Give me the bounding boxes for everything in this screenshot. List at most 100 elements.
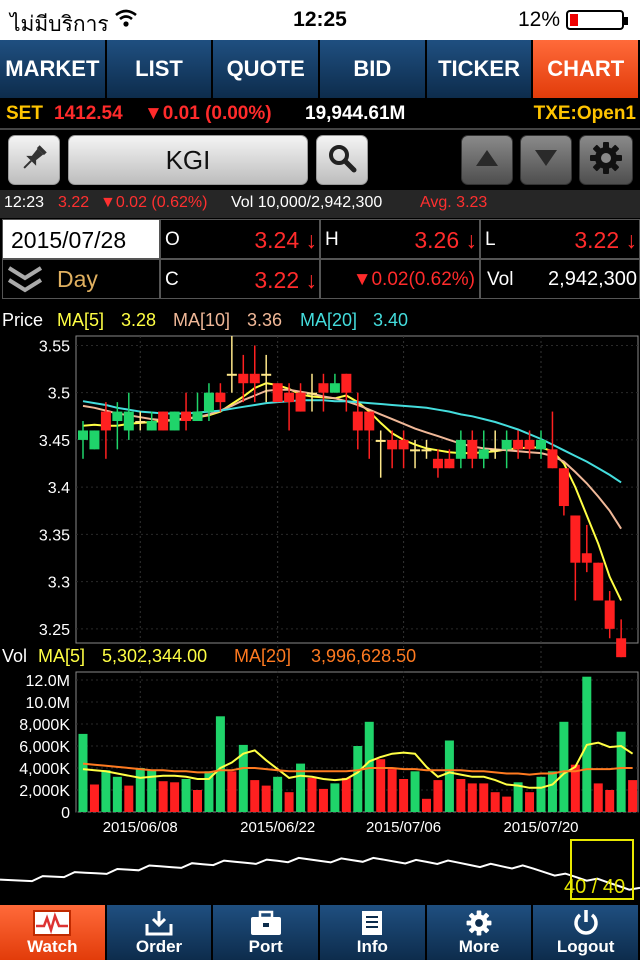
status-bar: ไม่มีบริการ 12:25 12%	[0, 0, 640, 40]
volume-bar	[112, 776, 122, 812]
volume-bar	[559, 721, 569, 812]
chart-area[interactable]: Price MA[5] 3.28 MA[10] 3.36 MA[20] 3.40…	[0, 300, 640, 905]
ma20-legend-label: MA[20]	[300, 310, 357, 330]
volume-bar	[490, 792, 500, 812]
gear-icon	[465, 909, 493, 937]
navigator-range: 40 / 40	[564, 876, 625, 898]
price-y-tick-label: 3.3	[48, 575, 70, 592]
candle-body	[123, 411, 134, 431]
nav-order[interactable]: Order	[106, 905, 214, 960]
search-icon	[327, 143, 357, 178]
ma10-legend-value: 3.36	[247, 310, 282, 330]
tab-list[interactable]: LIST	[106, 40, 214, 98]
average-price: Avg. 3.23	[420, 194, 488, 211]
candle-body	[444, 458, 455, 469]
candle-body	[604, 600, 615, 629]
price-y-tick-label: 3.4	[48, 480, 70, 497]
tab-chart[interactable]: CHART	[533, 40, 640, 98]
volume-bar	[250, 780, 260, 812]
low-label: L	[485, 229, 496, 250]
candle-body	[398, 439, 409, 450]
volume-bar	[467, 783, 477, 812]
tab-ticker[interactable]: TICKER	[426, 40, 534, 98]
candle-body	[215, 392, 226, 403]
candle-body	[341, 373, 352, 393]
volume-bar	[525, 792, 535, 812]
volume-bar	[399, 779, 409, 812]
nav-port[interactable]: Port	[213, 905, 321, 960]
volume-bar	[181, 779, 191, 812]
period-value: Day	[57, 266, 98, 292]
volume-label: Vol	[487, 269, 514, 290]
candle-body	[593, 562, 604, 601]
prev-symbol-button[interactable]	[461, 135, 513, 185]
period-selector[interactable]: Day	[2, 259, 160, 299]
volume-bar	[215, 716, 225, 812]
price-y-tick-label: 3.35	[39, 527, 70, 544]
symbol-field[interactable]: KGI	[68, 135, 308, 185]
download-tray-icon	[144, 909, 174, 937]
ma5-legend-value: 3.28	[121, 310, 156, 330]
x-tick-label: 2015/06/22	[240, 819, 315, 836]
volume-bar	[101, 770, 111, 812]
nav-watch[interactable]: Watch	[0, 905, 107, 960]
tab-quote[interactable]: QUOTE	[213, 40, 321, 98]
nav-info[interactable]: Info	[320, 905, 427, 960]
tab-market[interactable]: MARKET	[0, 40, 107, 98]
candle-body	[501, 439, 512, 450]
settings-button[interactable]	[579, 135, 633, 185]
bottom-nav-bar: Watch Order Port Info More Logout	[0, 905, 640, 960]
candle-body	[387, 439, 398, 450]
navigator-overview-line	[0, 856, 640, 891]
candle-body	[570, 515, 581, 563]
ohlc-panel: 2015/07/28 O 3.24 ↓ H 3.26 ↓ L 3.22 ↓ Da…	[0, 218, 640, 300]
volume-y-tick-label: 12.0M	[26, 673, 70, 690]
open-label: O	[165, 229, 180, 250]
tab-bid[interactable]: BID	[320, 40, 427, 98]
x-tick-label: 2015/07/20	[503, 819, 578, 836]
nav-logout[interactable]: Logout	[533, 905, 640, 960]
ma10-legend-label: MA[10]	[173, 310, 230, 330]
candle-body	[421, 449, 432, 452]
chart-canvas[interactable]: Price MA[5] 3.28 MA[10] 3.36 MA[20] 3.40…	[0, 300, 640, 905]
volume-bar	[158, 781, 168, 812]
volume-y-tick-label: 0	[61, 805, 70, 822]
next-symbol-button[interactable]	[520, 135, 572, 185]
nav-info-label: Info	[356, 937, 388, 956]
candle-body	[364, 411, 375, 431]
candle-body	[158, 411, 169, 431]
volume-bar	[124, 785, 134, 812]
candle-body	[307, 392, 317, 395]
volume-bar	[422, 798, 431, 812]
candle-body	[329, 383, 340, 393]
candle-body	[226, 373, 237, 376]
candle-body	[581, 553, 592, 563]
nav-more[interactable]: More	[426, 905, 534, 960]
candle-body	[181, 411, 192, 422]
pin-icon	[18, 142, 50, 179]
volume-y-tick-label: 6,000K	[19, 739, 70, 756]
index-name: SET	[6, 103, 43, 124]
index-bar: SET 1412.54 ▼0.01 (0.00%) 19,944.61M TXE…	[0, 98, 640, 130]
nav-logout-label: Logout	[556, 937, 615, 956]
price-y-tick-label: 3.5	[48, 386, 70, 403]
vol-ma5-legend-value: 5,302,344.00	[102, 646, 207, 666]
volume-bar	[284, 792, 294, 812]
last-price: 3.22	[58, 194, 90, 211]
last-volume: Vol 10,000/2,942,300	[231, 194, 383, 211]
gear-icon	[588, 140, 624, 181]
volume-bar	[261, 785, 271, 812]
volume-bar	[456, 779, 466, 812]
pin-button[interactable]	[8, 135, 60, 185]
volume-bar	[193, 790, 202, 812]
x-tick-label: 2015/06/08	[103, 819, 178, 836]
nav-more-label: More	[458, 937, 500, 956]
date-field[interactable]: 2015/07/28	[2, 219, 160, 259]
volume-bar	[89, 784, 99, 812]
candle-body	[478, 449, 489, 459]
volume-bar	[547, 771, 557, 812]
search-button[interactable]	[316, 135, 368, 185]
candle-body	[112, 411, 123, 422]
volume-bar	[341, 777, 351, 812]
volume-bar	[227, 771, 237, 812]
